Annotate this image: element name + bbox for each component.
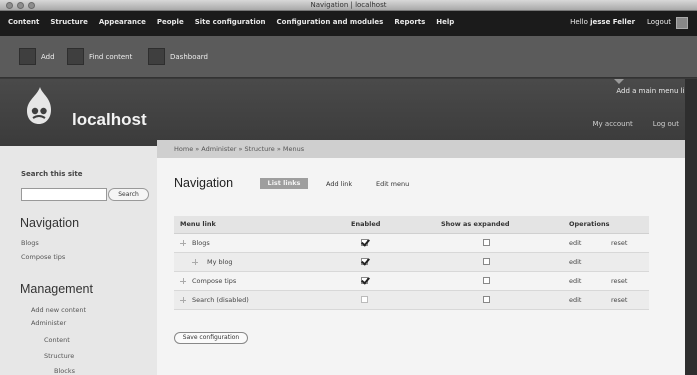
site-name[interactable]: localhost [72,110,147,130]
site-header: localhost Add a main menu link My accoun… [0,79,697,146]
admin-menu-people[interactable]: People [157,18,184,26]
my-account-link[interactable]: My account [593,120,633,128]
admin-menu-configuration-modules[interactable]: Configuration and modules [277,18,384,26]
management-block-title: Management [20,282,93,296]
drag-handle-icon[interactable] [192,259,198,265]
enabled-checkbox[interactable] [361,239,368,246]
navigation-block-title: Navigation [20,216,80,230]
enabled-checkbox[interactable] [361,258,368,265]
tab-edit-menu[interactable]: Edit menu [376,180,409,188]
table-row: Blogs edit reset [174,234,649,253]
drag-handle-icon[interactable] [180,297,186,303]
menu-link-label[interactable]: Compose tips [192,277,236,285]
admin-menu-reports[interactable]: Reports [394,18,425,26]
add-main-menu-link[interactable]: Add a main menu link [616,87,693,95]
sidebar-item-administer[interactable]: Administer [31,319,66,327]
menu-link-label[interactable]: Blogs [192,239,210,247]
window-title: Navigation | localhost [310,1,387,9]
reset-link[interactable]: reset [611,296,627,304]
shortcut-dashboard-label: Dashboard [170,52,208,61]
admin-toolbar: Content Structure Appearance People Site… [0,11,697,36]
menu-link-label[interactable]: My blog [207,258,233,266]
sidebar-item-blocks[interactable]: Blocks [54,367,75,375]
table-row: Search (disabled) edit reset [174,291,649,310]
enabled-checkbox[interactable] [361,277,368,284]
enabled-checkbox[interactable] [361,296,368,303]
sidebar-item-structure[interactable]: Structure [44,352,74,360]
column-enabled: Enabled [351,220,381,228]
column-operations: Operations [569,220,610,228]
search-input[interactable] [21,188,107,201]
sidebar-item-add-new-content[interactable]: Add new content [31,306,86,314]
shortcut-add[interactable]: Add [19,48,55,65]
greeting-word: Hello [570,18,588,26]
save-configuration-button[interactable]: Save configuration [174,332,248,344]
caret-down-icon [614,79,624,84]
edit-link[interactable]: edit [569,239,581,247]
admin-menu: Content Structure Appearance People Site… [8,18,454,26]
shortcut-dashboard[interactable]: Dashboard [148,48,208,65]
edit-link[interactable]: edit [569,296,581,304]
secondary-menu: My account Log out [593,120,680,128]
sidebar-item-blogs[interactable]: Blogs [21,239,39,247]
shortcuts-bar: Add Find content Dashboard [0,36,697,78]
expanded-checkbox[interactable] [483,277,490,284]
reset-link[interactable]: reset [611,277,627,285]
table-row: My blog edit [174,253,649,272]
admin-menu-help[interactable]: Help [436,18,454,26]
shortcut-find-content-label: Find content [89,52,133,61]
find-content-icon [67,48,84,65]
table-row: Compose tips edit reset [174,272,649,291]
dashboard-icon [148,48,165,65]
expanded-checkbox[interactable] [483,258,490,265]
drupal-logo-icon[interactable] [25,85,53,125]
sidebar-item-content[interactable]: Content [44,336,70,344]
edit-link[interactable]: edit [569,258,581,266]
admin-menu-site-configuration[interactable]: Site configuration [195,18,266,26]
shortcuts-toggle-button[interactable] [676,17,688,29]
drag-handle-icon[interactable] [180,278,186,284]
column-show-as-expanded: Show as expanded [441,220,510,228]
main-content: Home » Administer » Structure » Menus Na… [157,140,685,375]
expanded-checkbox[interactable] [483,296,490,303]
toolbar-logout-link[interactable]: Logout [647,18,671,26]
sidebar-item-compose-tips[interactable]: Compose tips [21,253,65,261]
window-edge [685,79,697,375]
shortcut-find-content[interactable]: Find content [67,48,132,65]
edit-link[interactable]: edit [569,277,581,285]
window-titlebar: Navigation | localhost [0,0,697,11]
user-box: Hello jesse Feller Logout [570,18,671,26]
admin-menu-appearance[interactable]: Appearance [99,18,146,26]
add-icon [19,48,36,65]
tab-add-link[interactable]: Add link [326,180,352,188]
drag-handle-icon[interactable] [180,240,186,246]
user-name[interactable]: jesse Feller [590,18,635,26]
expanded-checkbox[interactable] [483,239,490,246]
user-greeting: Hello jesse Feller [570,18,635,26]
left-sidebar: Search this site Search Navigation Blogs… [0,146,157,375]
menu-link-label[interactable]: Search (disabled) [192,296,249,304]
search-block-title: Search this site [21,170,83,178]
breadcrumb[interactable]: Home » Administer » Structure » Menus [157,140,685,158]
shortcut-add-label: Add [41,52,55,61]
reset-link[interactable]: reset [611,239,627,247]
table-header: Menu link Enabled Show as expanded Opera… [174,216,649,234]
page-title: Navigation [174,176,234,190]
column-menu-link: Menu link [180,220,216,228]
log-out-link[interactable]: Log out [653,120,679,128]
admin-menu-content[interactable]: Content [8,18,39,26]
admin-menu-structure[interactable]: Structure [50,18,88,26]
search-button[interactable]: Search [108,188,149,201]
tab-list-links[interactable]: List links [260,178,308,189]
